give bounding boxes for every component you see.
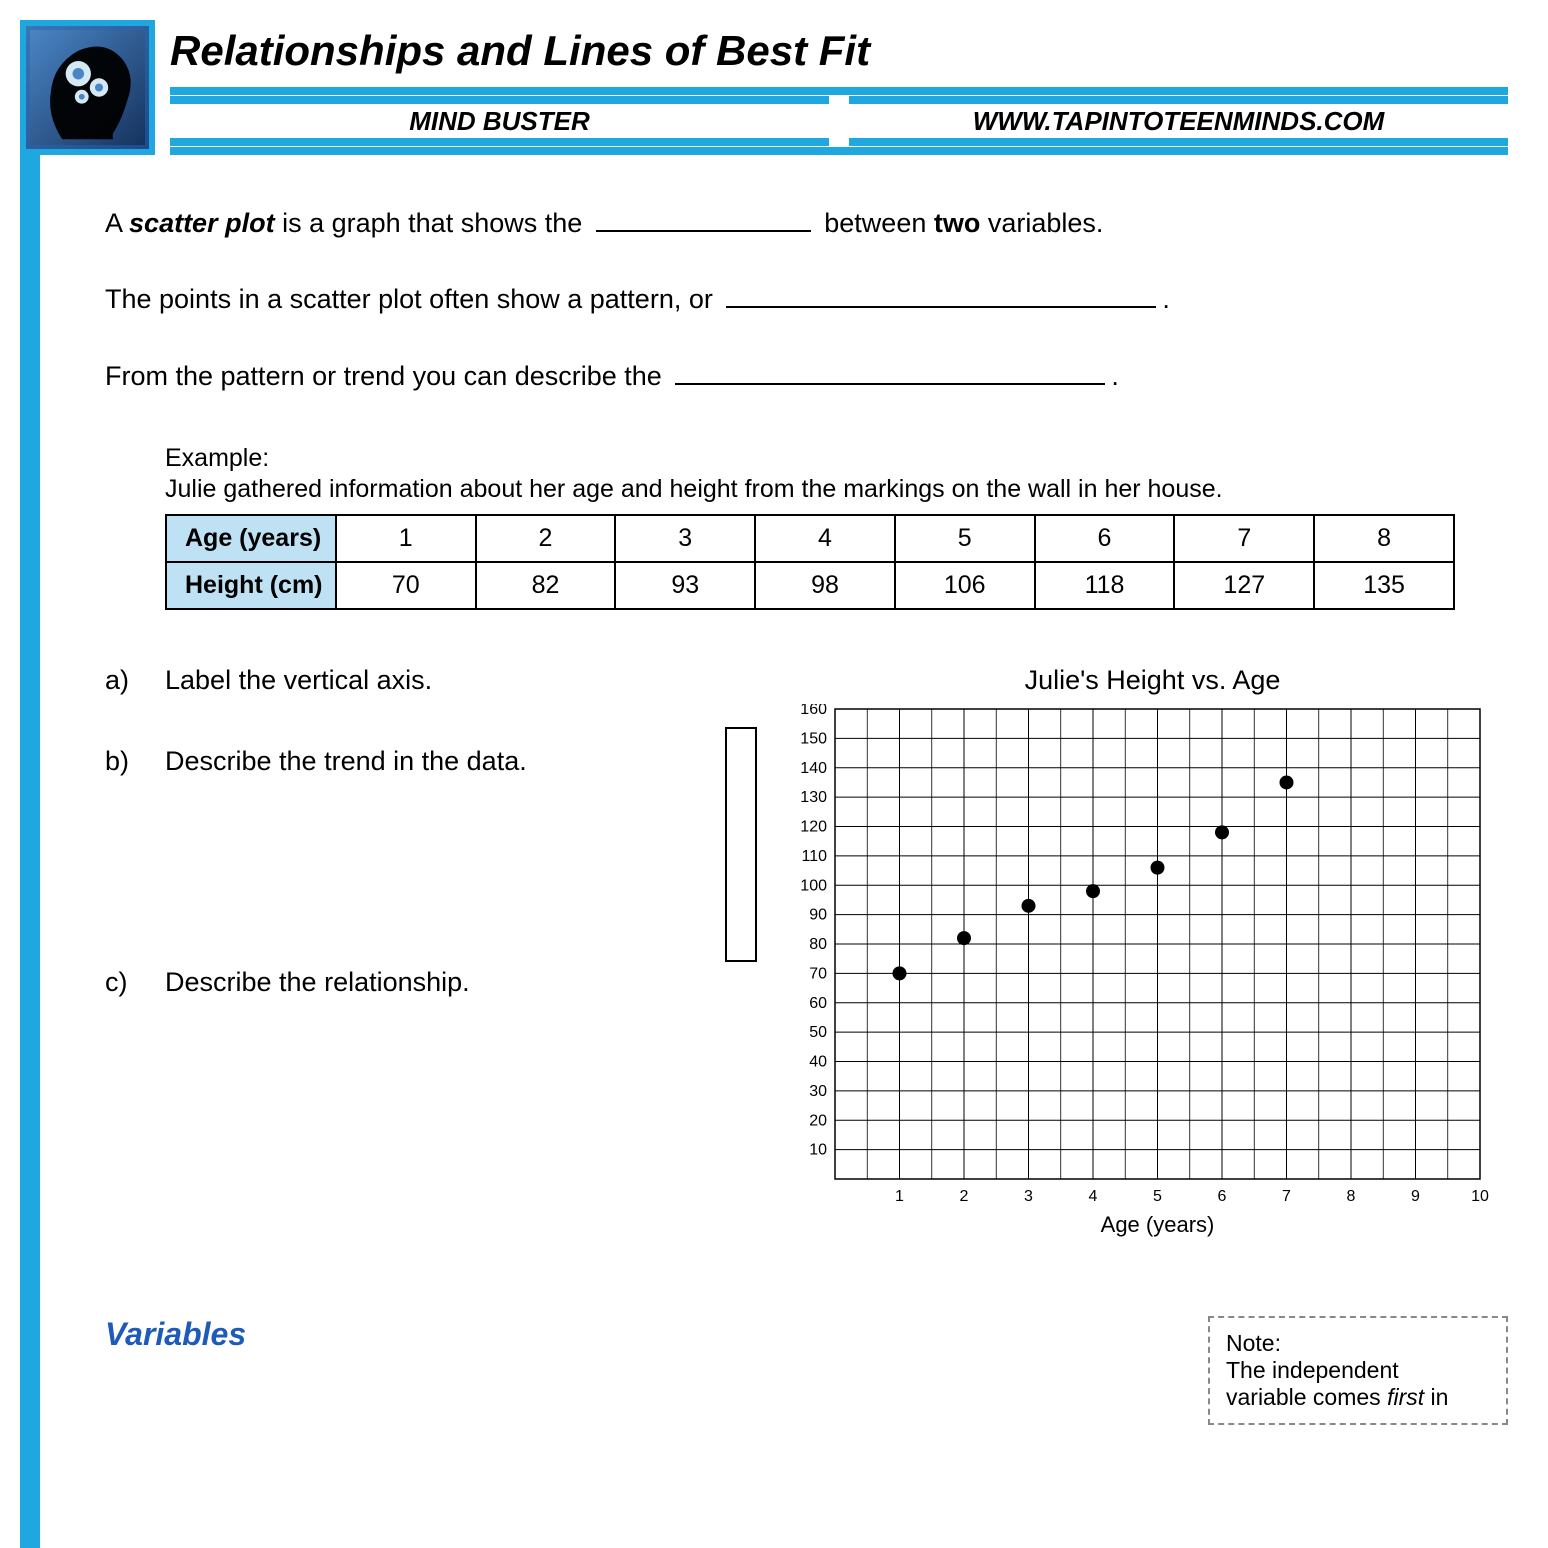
example-label: Example: bbox=[165, 444, 1508, 473]
header: Relationships and Lines of Best Fit MIND… bbox=[20, 20, 1508, 155]
q-label: a) bbox=[105, 665, 165, 696]
svg-text:3: 3 bbox=[1024, 1188, 1033, 1205]
cell: 3 bbox=[615, 515, 755, 562]
text: is a graph that shows the bbox=[275, 208, 590, 238]
content: A scatter plot is a graph that shows the… bbox=[105, 205, 1508, 1425]
row2-label: Height (cm) bbox=[166, 562, 336, 609]
svg-text:50: 50 bbox=[809, 1024, 827, 1041]
text: variables. bbox=[980, 208, 1103, 238]
svg-text:5: 5 bbox=[1153, 1188, 1162, 1205]
note-line: variable comes first in bbox=[1226, 1384, 1490, 1411]
y-axis-label-box[interactable] bbox=[725, 727, 757, 962]
cell: 93 bbox=[615, 562, 755, 609]
note-box: Note: The independent variable comes fir… bbox=[1208, 1316, 1508, 1425]
svg-text:90: 90 bbox=[809, 907, 827, 924]
svg-text:60: 60 bbox=[809, 995, 827, 1012]
logo bbox=[20, 20, 155, 155]
term-two: two bbox=[934, 208, 981, 238]
subtitle-left: MIND BUSTER bbox=[170, 104, 829, 138]
example-desc: Julie gathered information about her age… bbox=[165, 475, 1508, 504]
cell: 127 bbox=[1174, 562, 1314, 609]
svg-text:1: 1 bbox=[895, 1188, 904, 1205]
cell: 118 bbox=[1035, 562, 1175, 609]
svg-text:8: 8 bbox=[1347, 1188, 1356, 1205]
cell: 82 bbox=[476, 562, 616, 609]
q-text: Describe the trend in the data. bbox=[165, 746, 527, 777]
svg-text:9: 9 bbox=[1411, 1188, 1420, 1205]
svg-text:70: 70 bbox=[809, 966, 827, 983]
cell: 4 bbox=[755, 515, 895, 562]
text: . bbox=[1162, 284, 1170, 314]
svg-text:150: 150 bbox=[800, 731, 827, 748]
brain-gears-icon bbox=[30, 30, 145, 145]
intro-line-3: From the pattern or trend you can descri… bbox=[105, 358, 1508, 394]
svg-text:20: 20 bbox=[809, 1113, 827, 1130]
q-label: b) bbox=[105, 746, 165, 777]
blank-2[interactable] bbox=[726, 306, 1156, 308]
svg-text:30: 30 bbox=[809, 1083, 827, 1100]
cell: 2 bbox=[476, 515, 616, 562]
chart-title: Julie's Height vs. Age bbox=[815, 665, 1490, 696]
text: From the pattern or trend you can descri… bbox=[105, 361, 669, 391]
svg-text:120: 120 bbox=[800, 819, 827, 836]
q-text: Label the vertical axis. bbox=[165, 665, 432, 696]
left-stripe bbox=[20, 155, 40, 1548]
svg-text:100: 100 bbox=[800, 878, 827, 895]
cell: 70 bbox=[336, 562, 476, 609]
chart: Julie's Height vs. Age 10 20 30 40 50 60 70 80 9… bbox=[725, 665, 1490, 1251]
text: between bbox=[817, 208, 934, 238]
svg-text:140: 140 bbox=[800, 760, 827, 777]
svg-text:10: 10 bbox=[809, 1142, 827, 1159]
term-scatter-plot: scatter plot bbox=[129, 208, 275, 238]
svg-text:7: 7 bbox=[1282, 1188, 1291, 1205]
question-a: a)Label the vertical axis. bbox=[105, 665, 695, 696]
header-bars: MIND BUSTER WWW.TAPINTOTEENMINDS.COM bbox=[170, 82, 1508, 155]
data-table: Age (years) 1 2 3 4 5 6 7 8 Height (cm) … bbox=[165, 514, 1455, 610]
subtitle-right: WWW.TAPINTOTEENMINDS.COM bbox=[849, 104, 1508, 138]
blank-3[interactable] bbox=[675, 383, 1105, 385]
svg-text:110: 110 bbox=[801, 848, 827, 865]
svg-text:10: 10 bbox=[1471, 1188, 1489, 1205]
cell: 98 bbox=[755, 562, 895, 609]
scatter-plot: 1020304050607080901001101201301401501601… bbox=[780, 704, 1490, 1244]
page-title: Relationships and Lines of Best Fit bbox=[170, 27, 870, 75]
svg-text:6: 6 bbox=[1218, 1188, 1227, 1205]
text: . bbox=[1111, 361, 1119, 391]
cell: 1 bbox=[336, 515, 476, 562]
svg-text:80: 80 bbox=[809, 936, 827, 953]
cell: 6 bbox=[1035, 515, 1175, 562]
intro-line-1: A scatter plot is a graph that shows the… bbox=[105, 205, 1508, 241]
questions: a)Label the vertical axis. b)Describe th… bbox=[105, 665, 695, 1251]
cell: 135 bbox=[1314, 562, 1454, 609]
svg-text:130: 130 bbox=[800, 789, 827, 806]
blank-1[interactable] bbox=[596, 230, 811, 232]
q-text: Describe the relationship. bbox=[165, 967, 470, 998]
svg-text:160: 160 bbox=[800, 704, 827, 718]
question-c: c)Describe the relationship. bbox=[105, 967, 695, 998]
cell: 106 bbox=[895, 562, 1035, 609]
question-b: b)Describe the trend in the data. bbox=[105, 746, 695, 777]
svg-text:40: 40 bbox=[809, 1054, 827, 1071]
svg-text:Age (years): Age (years) bbox=[1101, 1212, 1215, 1237]
intro-line-2: The points in a scatter plot often show … bbox=[105, 281, 1508, 317]
row1-label: Age (years) bbox=[166, 515, 336, 562]
cell: 5 bbox=[895, 515, 1035, 562]
table-row: Age (years) 1 2 3 4 5 6 7 8 bbox=[166, 515, 1454, 562]
svg-text:2: 2 bbox=[960, 1188, 969, 1205]
table-row: Height (cm) 70 82 93 98 106 118 127 135 bbox=[166, 562, 1454, 609]
variables-heading: Variables bbox=[105, 1316, 1168, 1353]
example: Example: Julie gathered information abou… bbox=[165, 444, 1508, 610]
svg-text:4: 4 bbox=[1089, 1188, 1098, 1205]
cell: 8 bbox=[1314, 515, 1454, 562]
note-line: The independent bbox=[1226, 1357, 1490, 1384]
text: The points in a scatter plot often show … bbox=[105, 284, 720, 314]
cell: 7 bbox=[1174, 515, 1314, 562]
text: A bbox=[105, 208, 129, 238]
q-label: c) bbox=[105, 967, 165, 998]
note-label: Note: bbox=[1226, 1330, 1490, 1357]
